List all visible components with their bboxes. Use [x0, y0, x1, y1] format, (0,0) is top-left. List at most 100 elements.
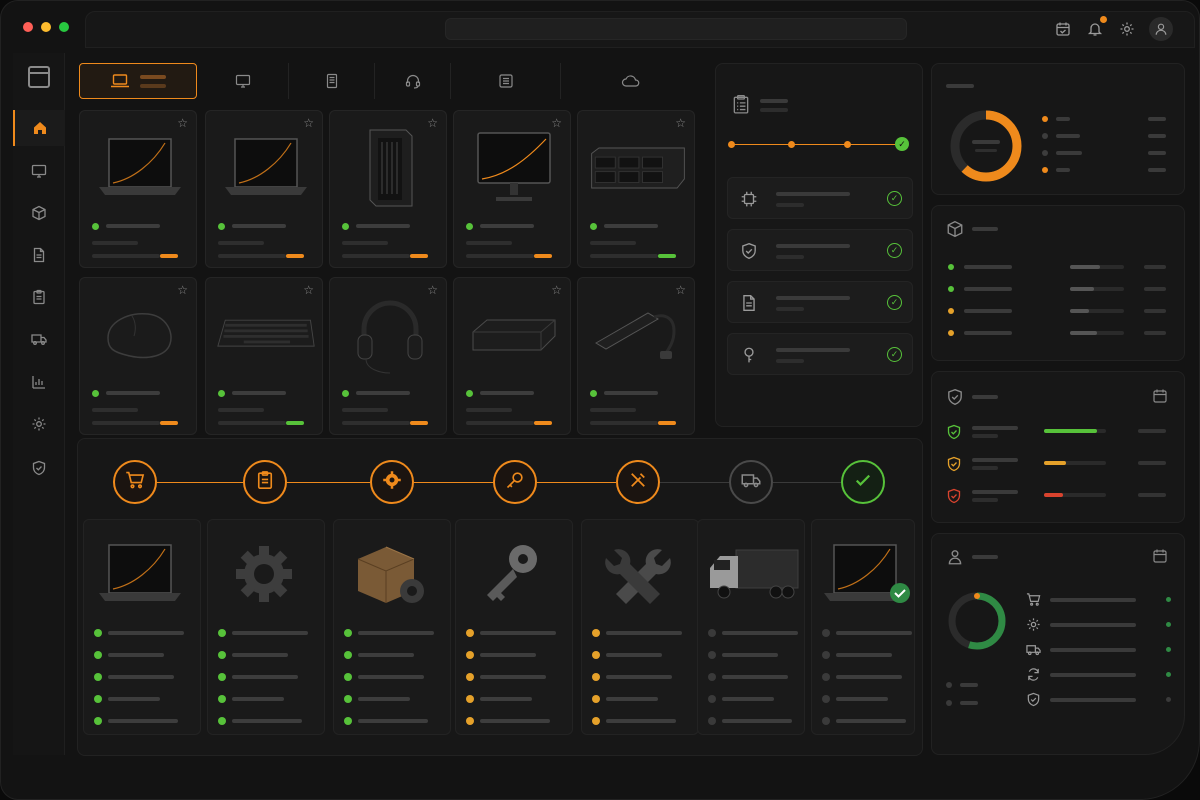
- monitor-icon: [31, 164, 47, 178]
- flow-step[interactable]: [370, 460, 414, 504]
- sidebar-item-settings[interactable]: [13, 406, 65, 442]
- status-dot: [1166, 597, 1171, 602]
- tab-servers[interactable]: [289, 63, 375, 99]
- legend-dot: [946, 700, 952, 706]
- product-stock-bar: [160, 254, 178, 258]
- title-bar: [1, 1, 1199, 51]
- sidebar-item-orders[interactable]: [13, 279, 65, 315]
- product-card[interactable]: ☆: [329, 110, 447, 268]
- category-tabs: [79, 63, 701, 99]
- product-card[interactable]: ☆: [79, 277, 197, 435]
- workflow-stage-card[interactable]: [811, 519, 915, 735]
- legend-label: [960, 701, 978, 705]
- check-status-dot: [592, 717, 600, 725]
- bell-icon[interactable]: [1085, 16, 1107, 39]
- inventory-label: [964, 265, 1012, 269]
- app-logo-icon: [28, 66, 50, 88]
- check-status-dot: [466, 673, 474, 681]
- close-window-button[interactable]: [23, 22, 33, 32]
- sidebar-item-documents[interactable]: [13, 237, 65, 273]
- flow-step[interactable]: [113, 460, 157, 504]
- window-controls: [23, 22, 69, 32]
- product-card[interactable]: ☆: [329, 277, 447, 435]
- product-stock-bar: [410, 254, 428, 258]
- product-stock-bar: [658, 254, 676, 258]
- workflow-stage-card[interactable]: [581, 519, 699, 735]
- product-card[interactable]: ☆: [205, 110, 323, 268]
- flow-connector: [414, 482, 493, 483]
- tab-laptops[interactable]: [79, 63, 197, 99]
- security-value: [1138, 429, 1166, 433]
- inventory-bar-fill: [1070, 287, 1095, 291]
- flow-step[interactable]: [841, 460, 885, 504]
- check-status-dot: [708, 673, 716, 681]
- product-name: [604, 391, 658, 395]
- verification-item[interactable]: ✓: [727, 281, 913, 323]
- key-image: [462, 530, 562, 618]
- sidebar-item-devices[interactable]: [13, 153, 65, 189]
- check-label: [358, 653, 414, 657]
- tab-accessories[interactable]: [375, 63, 451, 99]
- sidebar-item-inventory[interactable]: [13, 195, 65, 231]
- product-stock-bar: [534, 421, 552, 425]
- calendar-icon[interactable]: [1152, 388, 1168, 404]
- product-name: [356, 224, 410, 228]
- status-dot: [92, 223, 99, 230]
- security-detail: [972, 466, 998, 470]
- sidebar-item-home[interactable]: [13, 110, 65, 146]
- tab-cloud[interactable]: [561, 63, 701, 99]
- sidebar-item-security[interactable]: [13, 450, 65, 486]
- avatar[interactable]: [1149, 17, 1173, 41]
- delivery-panel: [931, 533, 1185, 755]
- product-stock-bar: [286, 421, 304, 425]
- box-icon: [947, 220, 963, 238]
- usb-hub-image: [588, 292, 688, 378]
- verification-item[interactable]: ✓: [727, 333, 913, 375]
- inventory-bar-fill: [1070, 265, 1100, 269]
- sidebar-item-shipping[interactable]: [13, 321, 65, 357]
- product-card[interactable]: ☆: [453, 110, 571, 268]
- panel-title: [760, 99, 788, 103]
- calendar-check-icon[interactable]: [1053, 19, 1073, 39]
- flow-step[interactable]: [729, 460, 773, 504]
- product-card[interactable]: ☆: [453, 277, 571, 435]
- check-status-dot: [466, 695, 474, 703]
- verification-item[interactable]: ✓: [727, 177, 913, 219]
- workflow-stage-card[interactable]: [333, 519, 451, 735]
- verification-item[interactable]: ✓: [727, 229, 913, 271]
- list-icon: [498, 74, 513, 88]
- tower-image: [340, 125, 440, 211]
- truck-icon: [1026, 642, 1041, 662]
- calendar-icon[interactable]: [1152, 548, 1168, 564]
- minimize-window-button[interactable]: [41, 22, 51, 32]
- flow-step[interactable]: [616, 460, 660, 504]
- check-label: [232, 675, 298, 679]
- product-stock-bar: [534, 254, 552, 258]
- workflow-stage-card[interactable]: [83, 519, 201, 735]
- product-card[interactable]: ☆: [577, 277, 695, 435]
- search-input[interactable]: [445, 18, 907, 40]
- flow-step[interactable]: [243, 460, 287, 504]
- workflow-stage-card[interactable]: [455, 519, 573, 735]
- server-image: [588, 125, 688, 211]
- flow-step[interactable]: [493, 460, 537, 504]
- workflow-stage-card[interactable]: [697, 519, 805, 735]
- gear-icon: [1026, 617, 1041, 637]
- check-status-dot: [708, 651, 716, 659]
- truck-image: [704, 530, 804, 618]
- product-card[interactable]: ☆: [577, 110, 695, 268]
- tab-monitors[interactable]: [197, 63, 289, 99]
- product-card[interactable]: ☆: [79, 110, 197, 268]
- verification-label: [776, 244, 850, 248]
- workflow-stage-card[interactable]: [207, 519, 325, 735]
- settings-gear-icon[interactable]: [1117, 19, 1137, 39]
- maximize-window-button[interactable]: [59, 22, 69, 32]
- product-card[interactable]: ☆: [205, 277, 323, 435]
- sidebar-item-analytics[interactable]: [13, 364, 65, 400]
- check-status-dot: [822, 695, 830, 703]
- status-dot: [1166, 697, 1171, 702]
- product-meta: [342, 421, 410, 425]
- verification-label: [776, 348, 850, 352]
- tab-documents[interactable]: [451, 63, 561, 99]
- delivery-donut-chart: [948, 592, 1006, 650]
